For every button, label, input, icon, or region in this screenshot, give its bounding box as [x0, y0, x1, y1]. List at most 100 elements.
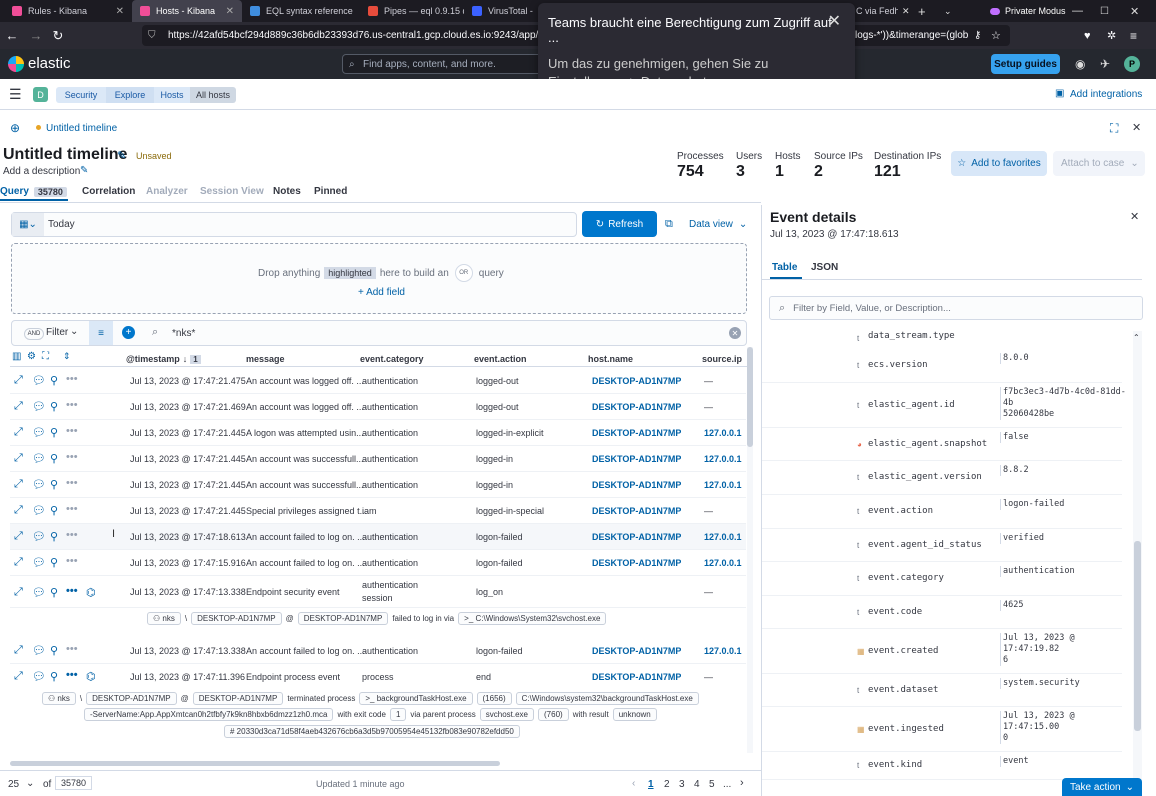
more-actions-icon[interactable]: •••	[66, 373, 78, 385]
page-5[interactable]: 5	[709, 779, 715, 790]
field-row[interactable]: t event.kind event	[762, 752, 1122, 780]
field-row[interactable]: ◕ elastic_agent.snapshot false	[762, 428, 1122, 461]
host-pill[interactable]: DESKTOP-AD1N7MP	[192, 692, 284, 705]
prev-page-icon[interactable]: ‹	[632, 778, 635, 789]
timeline-title[interactable]: Untitled timeline	[3, 146, 127, 164]
add-note-icon[interactable]: 💬︎	[32, 670, 46, 683]
table-row[interactable]: ⤢ 💬︎ ⚲ ••• Jul 13, 2023 @ 17:47:21.445 Specia…	[10, 498, 746, 524]
field-row[interactable]: t elastic_agent.version 8.8.2	[762, 461, 1122, 495]
tab-analyzer[interactable]: Analyzer	[146, 186, 188, 197]
user-pill[interactable]: ⚇ nks	[42, 692, 76, 705]
cell-host-link[interactable]: DESKTOP-AD1N7MP	[592, 480, 681, 490]
extensions-icon[interactable]: ✲	[1107, 29, 1116, 42]
pid-pill[interactable]: (1656)	[476, 692, 512, 705]
table-horizontal-scrollbar[interactable]	[10, 761, 500, 766]
tab-correlation[interactable]: Correlation	[82, 186, 135, 197]
edit-description-icon[interactable]: ✎	[80, 165, 88, 176]
add-filter-icon[interactable]: +	[122, 326, 135, 339]
news-icon[interactable]: ✈	[1100, 57, 1110, 71]
close-timeline-icon[interactable]: ✕	[1132, 121, 1141, 134]
browser-tab[interactable]: EQL syntax reference ✕	[242, 0, 360, 22]
host-pill[interactable]: DESKTOP-AD1N7MP	[297, 612, 389, 625]
more-actions-icon[interactable]: •••	[66, 425, 78, 437]
tab-query[interactable]: Query 35780	[0, 186, 67, 197]
ppid-pill[interactable]: (760)	[538, 708, 569, 721]
field-row[interactable]: t event.category authentication	[762, 562, 1122, 596]
fullscreen-table-icon[interactable]: ⛶	[42, 351, 49, 362]
tab-pinned[interactable]: Pinned	[314, 186, 347, 197]
close-tab-icon[interactable]: ✕	[220, 6, 234, 17]
edit-title-icon[interactable]: ✎	[117, 149, 126, 162]
cell-host-link[interactable]: DESKTOP-AD1N7MP	[592, 376, 681, 386]
cell-source-ip-link[interactable]: 127.0.0.1	[704, 646, 742, 656]
cell-host-link[interactable]: DESKTOP-AD1N7MP	[592, 428, 681, 438]
help-icon[interactable]: ◉	[1075, 57, 1085, 71]
pin-event-icon[interactable]: ⚲	[50, 644, 58, 657]
table-row[interactable]: ⤢ 💬︎ ⚲ ••• Jul 13, 2023 @ 17:47:21.469 An acc…	[10, 394, 746, 420]
add-timeline-icon[interactable]: ⊕	[10, 121, 20, 135]
refresh-button[interactable]: ↻ Refresh	[582, 211, 657, 237]
settings-gear-icon[interactable]: ⚙	[27, 351, 36, 362]
page-1[interactable]: 1	[648, 779, 654, 790]
date-picker[interactable]: ▦⌄ Today	[11, 212, 577, 237]
browser-tab[interactable]: Pipes — eql 0.9.15 do	[360, 0, 464, 22]
expand-event-icon[interactable]: ⤢	[14, 478, 23, 491]
table-row[interactable]: ⤢ 💬︎ ⚲ ••• Jul 13, 2023 @ 17:47:13.338 A…	[10, 638, 746, 664]
sort-icon[interactable]: ⇕	[63, 351, 71, 362]
expand-event-icon[interactable]: ⤢	[14, 374, 23, 387]
new-tab-icon[interactable]: +	[918, 4, 926, 19]
hamburger-menu-icon[interactable]: ☰	[9, 87, 22, 101]
table-row[interactable]: ⤢ 💬︎ ⚲ ••• Jul 13, 2023 @ 17:47:18.613 An acc…	[10, 524, 746, 550]
scrollbar-thumb[interactable]	[1134, 541, 1141, 731]
fullscreen-icon[interactable]: ⛶	[1110, 121, 1118, 136]
maximize-icon[interactable]: ☐	[1100, 6, 1109, 17]
field-row[interactable]: ▦ event.created Jul 13, 2023 @ 17:47:19.82…	[762, 629, 1122, 674]
add-note-icon[interactable]: 💬︎	[32, 530, 46, 543]
more-actions-icon[interactable]: •••	[66, 399, 78, 411]
table-row[interactable]: ⤢ 💬︎ ⚲ ••• Jul 13, 2023 @ 17:47:15.916 An acc…	[10, 550, 746, 576]
analyze-event-icon[interactable]: ⌬	[86, 586, 96, 599]
filter-label[interactable]: Filter	[46, 327, 68, 338]
table-row[interactable]: ⤢ 💬︎ ⚲ ••• Jul 13, 2023 @ 17:47:21.475 An acc…	[10, 368, 746, 394]
add-note-icon[interactable]: 💬︎	[32, 426, 46, 439]
pin-event-icon[interactable]: ⚲	[50, 504, 58, 517]
add-to-favorites-button[interactable]: ☆ Add to favorites	[951, 151, 1047, 176]
more-actions-icon[interactable]: •••	[66, 555, 78, 567]
field-row[interactable]: t event.action logon-failed	[762, 495, 1122, 529]
result-pill[interactable]: unknown	[612, 708, 657, 721]
add-note-icon[interactable]: 💬︎	[32, 374, 46, 387]
column-header-message[interactable]: message	[246, 354, 285, 364]
browser-tab[interactable]: Rules - Kibana ✕	[0, 0, 132, 22]
elastic-brand[interactable]: elastic	[28, 55, 71, 72]
tab-json[interactable]: JSON	[811, 262, 838, 273]
exit-code-pill[interactable]: 1	[389, 708, 407, 721]
cell-host-link[interactable]: DESKTOP-AD1N7MP	[592, 646, 681, 656]
expand-event-icon[interactable]: ⤢	[14, 504, 23, 517]
add-integrations-link[interactable]: Add integrations	[1070, 89, 1142, 100]
hash-pill[interactable]: # 20330d3ca71d58f4aeb432676cb6a3d5b97005…	[224, 725, 520, 738]
cell-source-ip[interactable]: 127.0.0.1	[704, 428, 742, 438]
field-row[interactable]: t elastic_agent.id f7bc3ec3-4d7b-4c0d-81dd…	[762, 383, 1126, 428]
page-2[interactable]: 2	[664, 779, 670, 790]
breadcrumb-explore[interactable]: Explore	[106, 87, 154, 103]
pin-event-icon[interactable]: ⚲	[50, 556, 58, 569]
add-description[interactable]: Add a description	[3, 166, 80, 177]
cell-host-link[interactable]: DESKTOP-AD1N7MP	[592, 402, 681, 412]
pin-event-icon[interactable]: ⚲	[50, 670, 58, 683]
elastic-logo-icon[interactable]	[8, 56, 24, 72]
pin-event-icon[interactable]: ⚲	[50, 452, 58, 465]
filter-menu-icon[interactable]: ≡	[89, 321, 113, 345]
take-action-button[interactable]: Take action ⌄	[1062, 778, 1142, 796]
cell-source-ip[interactable]: 127.0.0.1	[704, 558, 742, 568]
process-path-pill[interactable]: C:\Windows\system32\backgroundTaskHost.e…	[515, 692, 699, 705]
calendar-icon[interactable]: ▦⌄	[12, 213, 44, 236]
tab-session-view[interactable]: Session View	[200, 186, 264, 197]
breadcrumb-security[interactable]: Security	[56, 87, 106, 103]
more-actions-icon[interactable]: •••	[66, 529, 78, 541]
pin-event-icon[interactable]: ⚲	[50, 530, 58, 543]
tab-notes[interactable]: Notes	[273, 186, 301, 197]
expand-event-icon[interactable]: ⤢	[14, 644, 23, 657]
add-note-icon[interactable]: 💬︎	[32, 586, 46, 599]
expand-event-icon[interactable]: ⤢	[14, 586, 23, 599]
user-pill[interactable]: ⚇ nks	[147, 612, 181, 625]
